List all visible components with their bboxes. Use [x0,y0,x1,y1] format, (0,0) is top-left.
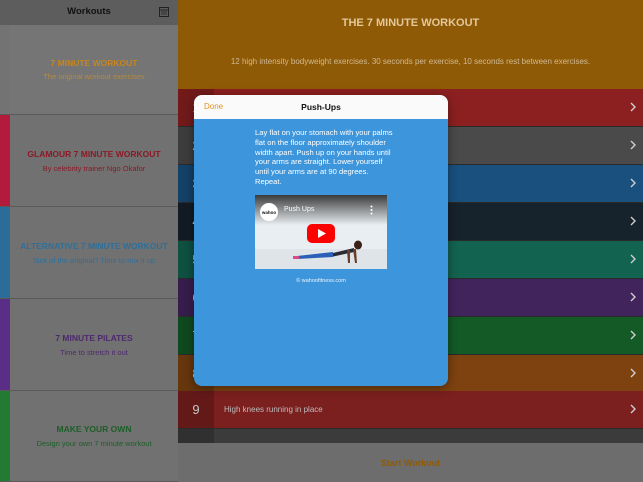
chevron-right-icon [630,216,636,226]
video-copyright: © wahoofitness.com [296,278,346,284]
card-stripe [0,115,10,206]
exercise-row[interactable]: 9 High knees running in place [178,391,643,428]
workout-hero: THE 7 MINUTE WORKOUT 12 high intensity b… [178,0,643,89]
card-subtitle: Time to stretch it out [60,348,128,357]
card-title: ALTERNATIVE 7 MINUTE WORKOUT [20,241,168,251]
more-options-icon[interactable] [370,205,373,215]
workout-card-make-your-own[interactable]: MAKE YOUR OWN Design your own 7 minute w… [0,391,178,482]
start-workout-label: Start Workout [380,458,441,468]
card-stripe [0,391,10,481]
card-title: GLAMOUR 7 MINUTE WORKOUT [27,149,161,159]
chevron-right-icon [630,178,636,188]
card-title: MAKE YOUR OWN [56,424,132,434]
modal-header: Done Push-Ups [194,95,448,119]
workout-card-alternative[interactable]: ALTERNATIVE 7 MINUTE WORKOUT Sick of the… [0,207,178,299]
card-stripe [0,25,10,114]
workout-card-glamour[interactable]: GLAMOUR 7 MINUTE WORKOUT By celebrity tr… [0,115,178,207]
card-subtitle: Design your own 7 minute workout [36,439,152,448]
chevron-right-icon [630,254,636,264]
exercise-video[interactable]: wahoo Push Ups [255,195,387,269]
chevron-right-icon [630,368,636,378]
hero-title: THE 7 MINUTE WORKOUT [341,17,480,29]
exercise-instructions: Lay flat on your stomach with your palms… [255,128,393,186]
workouts-sidebar: Workouts 7 MINUTE WORKOUT The original w… [0,0,178,482]
chevron-right-icon [630,330,636,340]
sidebar-title: Workouts [67,6,111,17]
hero-subtitle: 12 high intensity bodyweight exercises. … [230,57,591,66]
sidebar-header: Workouts [0,0,178,25]
card-stripe [0,207,10,298]
card-subtitle: By celebrity trainer Ngo Okafor [42,164,146,173]
chevron-right-icon [630,140,636,150]
workout-card-pilates[interactable]: 7 MINUTE PILATES Time to stretch it out [0,299,178,391]
exercise-detail-modal: Done Push-Ups Lay flat on your stomach w… [194,95,448,386]
start-workout-button[interactable]: Start Workout [178,443,643,482]
exercise-name: High knees running in place [224,405,323,414]
list-menu-icon[interactable] [159,7,169,17]
workout-card-original[interactable]: 7 MINUTE WORKOUT The original workout ex… [0,25,178,115]
play-icon[interactable] [307,224,335,243]
chevron-right-icon [630,292,636,302]
video-title: Push Ups [284,206,315,213]
card-stripe [0,299,10,390]
card-subtitle: Sick of the original? Time to mix it up [32,256,156,265]
card-title: 7 MINUTE WORKOUT [50,58,138,68]
exercise-number: 9 [178,391,214,428]
card-subtitle: The original workout exercises [43,72,145,81]
modal-title: Push-Ups [301,102,341,112]
wahoo-logo: wahoo [260,203,278,221]
chevron-right-icon [630,404,636,414]
card-title: 7 MINUTE PILATES [55,333,133,343]
chevron-right-icon [630,102,636,112]
